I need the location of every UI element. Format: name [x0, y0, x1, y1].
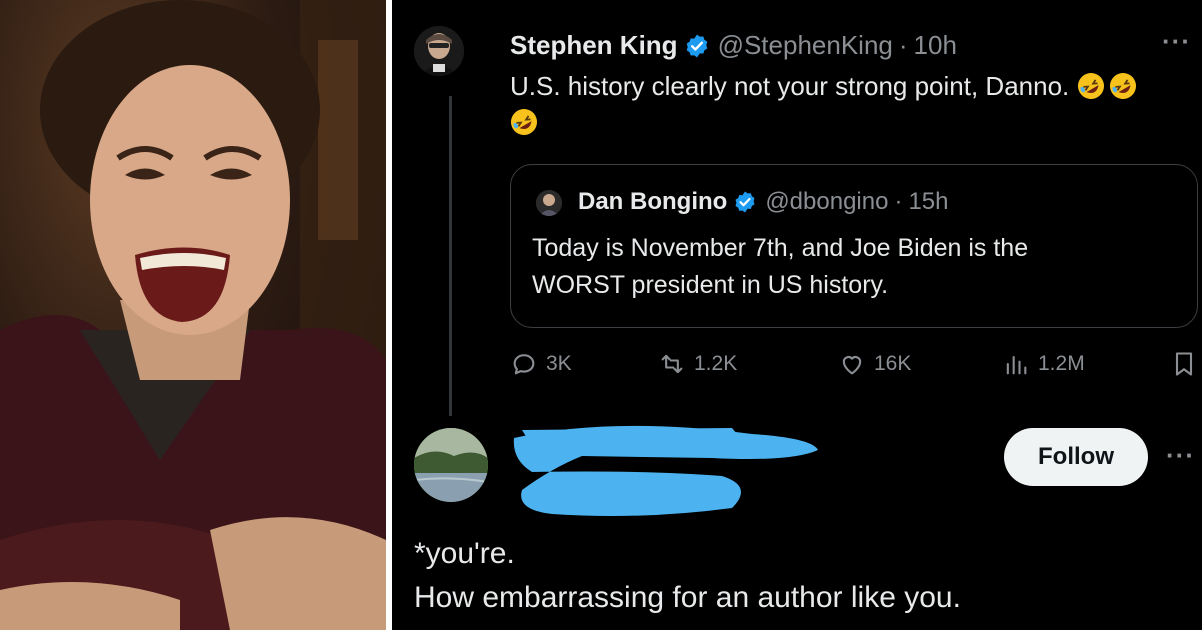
rolling-on-floor-laughing-icon [511, 109, 537, 135]
quoted-text-line: Today is November 7th, and Joe Biden is … [532, 234, 1029, 262]
verified-badge-icon [735, 191, 755, 213]
tweet-timestamp[interactable]: 10h [914, 30, 957, 61]
thread-connector-line [449, 96, 452, 416]
tweet-text: U.S. history clearly not your strong poi… [510, 68, 1190, 140]
tweet-thread: Stephen King @StephenKing · 10h ··· U.S.… [392, 0, 1202, 630]
tweet-header: Stephen King @StephenKing · 10h [510, 30, 957, 61]
timestamp-separator: · [894, 188, 903, 215]
stephen-king-avatar[interactable] [414, 26, 464, 76]
redaction-scribble [513, 425, 818, 516]
more-options-icon[interactable]: ··· [1166, 440, 1195, 471]
rolling-on-floor-laughing-icon [1077, 73, 1104, 99]
avatar-icon [536, 190, 562, 216]
quoted-author-handle[interactable]: @dbongino [765, 188, 888, 216]
reply-tweet-text: *you're. How embarrassing for an author … [414, 532, 1194, 620]
avatar-icon [414, 428, 488, 502]
bookmark-button[interactable] [1170, 350, 1202, 378]
rolling-on-floor-laughing-icon [1109, 73, 1136, 99]
more-options-icon[interactable]: ··· [1162, 26, 1191, 57]
repost-icon [661, 354, 683, 374]
repost-button[interactable]: 1.2K [658, 350, 737, 378]
quoted-text-line: WORST president in US history. [532, 271, 889, 299]
author-name[interactable]: Stephen King [510, 30, 678, 61]
view-count: 1.2M [1038, 352, 1085, 375]
reply-text-line: *you're. [414, 537, 515, 570]
dan-bongino-avatar[interactable] [536, 190, 562, 216]
reply-icon [513, 354, 535, 375]
bookmark-icon [1175, 352, 1193, 376]
tweet-action-bar: 3K 1.2K 16K 1.2M [510, 350, 1200, 390]
reply-button[interactable]: 3K [510, 350, 572, 378]
heart-icon [842, 356, 862, 375]
verified-badge-icon [686, 34, 707, 57]
follow-button[interactable]: Follow [1004, 428, 1148, 486]
timestamp-separator: · [898, 30, 908, 60]
quoted-author-name[interactable]: Dan Bongino [578, 188, 727, 216]
author-handle[interactable]: @StephenKing [718, 30, 893, 61]
quoted-timestamp[interactable]: 15h [908, 188, 948, 216]
like-button[interactable]: 16K [838, 350, 911, 378]
views-chart-icon [1006, 355, 1027, 375]
like-count: 16K [874, 352, 912, 375]
views-button[interactable]: 1.2M [1002, 350, 1085, 378]
quoted-tweet-header: Dan Bongino @dbongino · 15h [578, 188, 949, 216]
avatar-icon [414, 26, 464, 76]
repost-count: 1.2K [694, 352, 738, 375]
quoted-tweet-text: Today is November 7th, and Joe Biden is … [532, 230, 1172, 304]
tweet-body: U.S. history clearly not your strong poi… [510, 71, 1070, 101]
reply-text-line: How embarrassing for an author like you. [414, 581, 961, 614]
photo-illustration [0, 0, 386, 630]
reply-count: 3K [546, 352, 572, 375]
reply-author-avatar[interactable] [414, 428, 488, 502]
smiling-man-photo [0, 0, 386, 630]
